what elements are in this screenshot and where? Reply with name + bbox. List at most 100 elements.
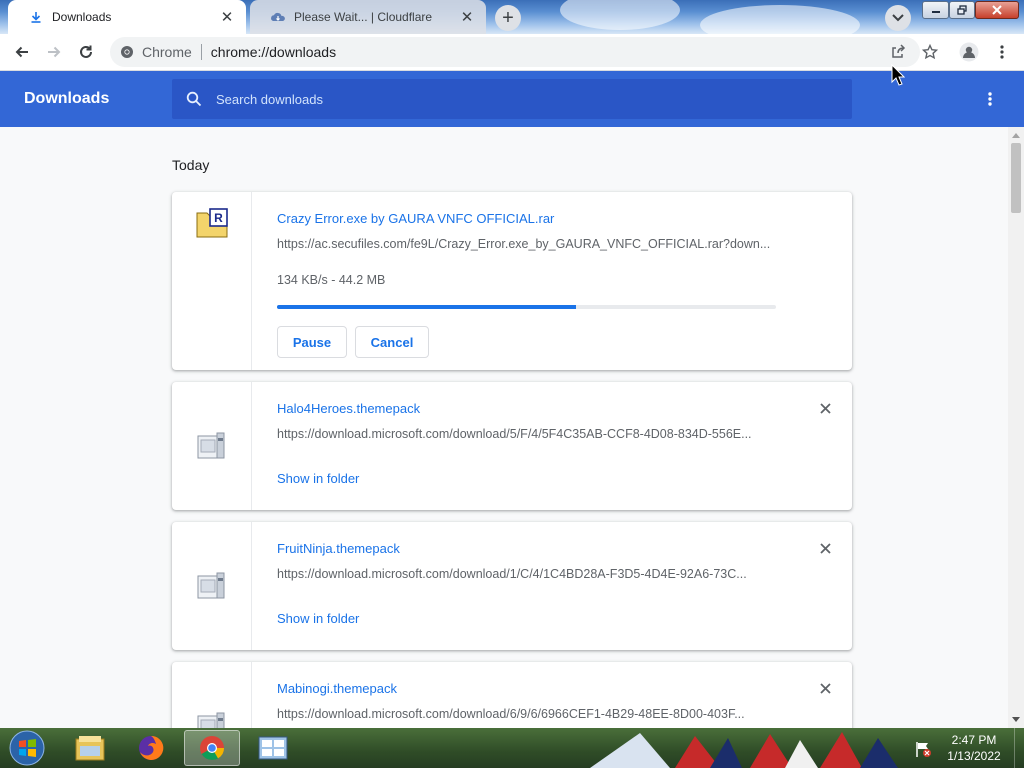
file-icon-column — [172, 522, 252, 650]
file-name-link[interactable]: FruitNinja.themepack — [277, 541, 400, 556]
rar-archive-icon: R — [196, 208, 228, 238]
file-url[interactable]: https://download.microsoft.com/download/… — [277, 427, 777, 441]
close-icon — [819, 682, 831, 694]
file-icon-column: R — [172, 192, 252, 370]
url-text: chrome://downloads — [210, 44, 337, 60]
tab-title: Please Wait... | Cloudflare — [294, 10, 433, 24]
taskbar-explorer[interactable] — [62, 730, 118, 766]
new-tab-button[interactable]: + — [495, 5, 521, 31]
show-in-folder-link[interactable]: Show in folder — [277, 611, 359, 626]
mouse-cursor-icon — [891, 64, 905, 86]
cancel-button[interactable]: Cancel — [355, 326, 429, 358]
download-progress-bar — [277, 305, 776, 309]
taskbar-firefox[interactable] — [123, 730, 179, 766]
tab-downloads[interactable]: Downloads ✕ — [8, 0, 246, 34]
file-url[interactable]: https://download.microsoft.com/download/… — [277, 707, 777, 721]
vertical-scrollbar[interactable] — [1008, 127, 1024, 728]
tab-cloudflare[interactable]: Please Wait... | Cloudflare ✕ — [250, 0, 486, 34]
action-center-flag-icon[interactable] — [914, 740, 932, 758]
scroll-up-button[interactable] — [1008, 127, 1024, 143]
download-item: Halo4Heroes.themepack https://download.m… — [172, 382, 852, 510]
reload-button[interactable] — [72, 38, 100, 66]
remove-from-list-button[interactable] — [815, 538, 835, 558]
show-in-folder-link[interactable]: Show in folder — [277, 471, 359, 486]
share-icon — [892, 44, 906, 58]
chrome-site-icon — [121, 46, 133, 58]
vertical-dots-icon — [988, 92, 992, 106]
file-name-link[interactable]: Crazy Error.exe by GAURA VNFC OFFICIAL.r… — [277, 211, 554, 226]
file-icon-column — [172, 662, 252, 728]
file-name-link[interactable]: Halo4Heroes.themepack — [277, 401, 420, 416]
wallpaper-cloud — [700, 5, 860, 34]
search-input[interactable] — [216, 91, 776, 107]
share-button[interactable] — [884, 38, 912, 66]
svg-text:R: R — [214, 211, 223, 225]
avatar-icon — [959, 42, 979, 62]
explorer-icon — [75, 736, 105, 761]
file-url[interactable]: https://download.microsoft.com/download/… — [277, 567, 777, 581]
start-button[interactable] — [2, 729, 52, 767]
page-title: Downloads — [24, 90, 110, 107]
browser-toolbar: Chrome chrome://downloads — [0, 34, 1024, 71]
restore-button[interactable] — [949, 1, 975, 19]
download-item: Mabinogi.themepack https://download.micr… — [172, 662, 852, 728]
scroll-thumb[interactable] — [1011, 143, 1021, 213]
download-status: 134 KB/s - 44.2 MB — [277, 273, 386, 287]
remove-from-list-button[interactable] — [815, 398, 835, 418]
themepack-file-icon — [197, 712, 225, 728]
wallpaper-cloud — [560, 0, 680, 30]
file-name-link[interactable]: Mabinogi.themepack — [277, 681, 397, 696]
download-icon — [28, 9, 44, 25]
clock-date: 1/13/2022 — [947, 749, 1001, 763]
search-box[interactable] — [172, 79, 852, 119]
triangle-up-icon — [1012, 132, 1020, 138]
clock-time: 2:47 PM — [951, 733, 997, 747]
reload-icon — [80, 45, 92, 58]
minimize-icon — [931, 11, 940, 13]
themepack-file-icon — [197, 572, 225, 599]
remove-from-list-button[interactable] — [815, 678, 835, 698]
address-bar[interactable]: Chrome chrome://downloads — [110, 37, 920, 67]
chevron-down-icon — [892, 14, 904, 22]
taskbar-control-panel[interactable] — [245, 730, 301, 766]
close-icon — [819, 402, 831, 414]
cloudflare-icon — [270, 9, 286, 25]
downloads-header: Downloads — [0, 71, 1024, 127]
close-icon — [992, 5, 1002, 15]
scroll-down-button[interactable] — [1008, 711, 1024, 727]
windows-taskbar: 2:47 PM 1/13/2022 — [0, 728, 1024, 768]
windows-logo-icon — [9, 730, 45, 766]
triangle-down-icon — [1012, 716, 1020, 722]
taskbar-chrome[interactable] — [184, 730, 240, 766]
firefox-icon — [139, 735, 164, 760]
search-icon — [186, 91, 202, 107]
close-tab-icon[interactable]: ✕ — [458, 8, 476, 26]
chrome-icon — [200, 736, 224, 760]
minimize-button[interactable] — [922, 1, 949, 19]
browser-menu-button[interactable] — [988, 38, 1016, 66]
profile-button[interactable] — [955, 38, 983, 66]
show-desktop-button[interactable] — [1014, 728, 1024, 768]
close-icon — [819, 542, 831, 554]
section-label: Today — [172, 157, 210, 173]
site-chip: Chrome — [142, 44, 192, 60]
bookmark-button[interactable] — [916, 38, 944, 66]
file-url[interactable]: https://ac.secufiles.com/fe9L/Crazy_Erro… — [277, 237, 777, 251]
progress-fill — [277, 305, 577, 309]
pause-button[interactable]: Pause — [277, 326, 347, 358]
close-tab-icon[interactable]: ✕ — [218, 8, 236, 26]
download-item: R Crazy Error.exe by GAURA VNFC OFFICIAL… — [172, 192, 852, 370]
divider — [200, 44, 202, 60]
tab-search-button[interactable] — [885, 5, 911, 31]
forward-button[interactable] — [40, 38, 68, 66]
back-button[interactable] — [8, 38, 36, 66]
tab-strip: Downloads ✕ Please Wait... | Cloudflare … — [0, 0, 1024, 34]
close-window-button[interactable] — [975, 1, 1019, 19]
vertical-dots-icon — [1000, 45, 1004, 59]
download-item: FruitNinja.themepack https://download.mi… — [172, 522, 852, 650]
system-clock[interactable]: 2:47 PM 1/13/2022 — [938, 732, 1010, 764]
plus-icon: + — [502, 6, 514, 29]
wallpaper-graphic — [590, 732, 898, 768]
downloads-menu-button[interactable] — [978, 87, 1002, 111]
downloads-list: Today R Crazy Error.exe by GAURA VNFC OF… — [0, 127, 1008, 728]
